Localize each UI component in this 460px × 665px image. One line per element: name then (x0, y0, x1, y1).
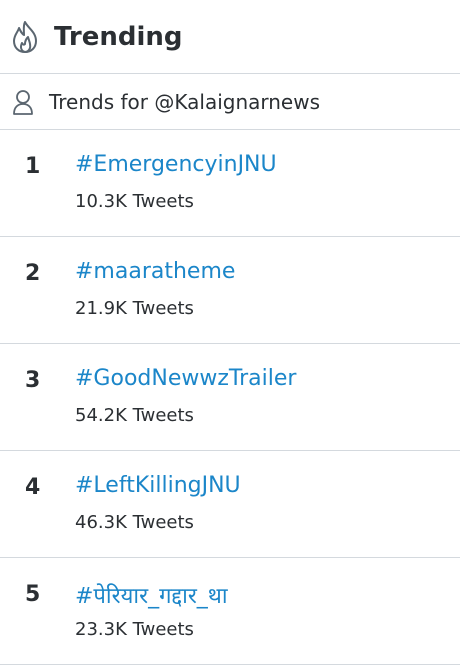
trend-item[interactable]: 3 #GoodNewwzTrailer 54.2K Tweets (0, 344, 460, 451)
trend-rank: 3 (25, 368, 41, 393)
trend-item[interactable]: 5 #पेरियार_गद्दार_था 23.3K Tweets (0, 558, 460, 665)
trend-rank: 2 (25, 261, 41, 286)
trends-for-label: Trends for @Kalaignarnews (49, 89, 321, 114)
trend-tweet-count: 10.3K Tweets (75, 191, 194, 212)
trend-rank: 4 (25, 475, 41, 500)
trend-hashtag-link[interactable]: #EmergencyinJNU (75, 152, 277, 177)
trend-hashtag-link[interactable]: #पेरियार_गद्दार_था (75, 580, 228, 610)
trend-rank: 5 (25, 582, 41, 607)
trend-tweet-count: 54.2K Tweets (75, 405, 194, 426)
trend-tweet-count: 21.9K Tweets (75, 298, 194, 319)
trend-item[interactable]: 1 #EmergencyinJNU 10.3K Tweets (0, 130, 460, 237)
flame-icon (13, 20, 37, 53)
person-icon (13, 89, 33, 115)
trend-rank: 1 (25, 154, 41, 179)
page-title: Trending (54, 21, 183, 52)
trend-item[interactable]: 2 #maaratheme 21.9K Tweets (0, 237, 460, 344)
trend-hashtag-link[interactable]: #maaratheme (75, 259, 235, 284)
trends-for-row[interactable]: Trends for @Kalaignarnews (0, 74, 460, 130)
trend-tweet-count: 46.3K Tweets (75, 512, 194, 533)
trending-header: Trending (0, 0, 460, 74)
trend-item[interactable]: 4 #LeftKillingJNU 46.3K Tweets (0, 451, 460, 558)
trend-hashtag-link[interactable]: #GoodNewwzTrailer (75, 366, 296, 391)
trend-tweet-count: 23.3K Tweets (75, 619, 194, 640)
trend-hashtag-link[interactable]: #LeftKillingJNU (75, 473, 241, 498)
